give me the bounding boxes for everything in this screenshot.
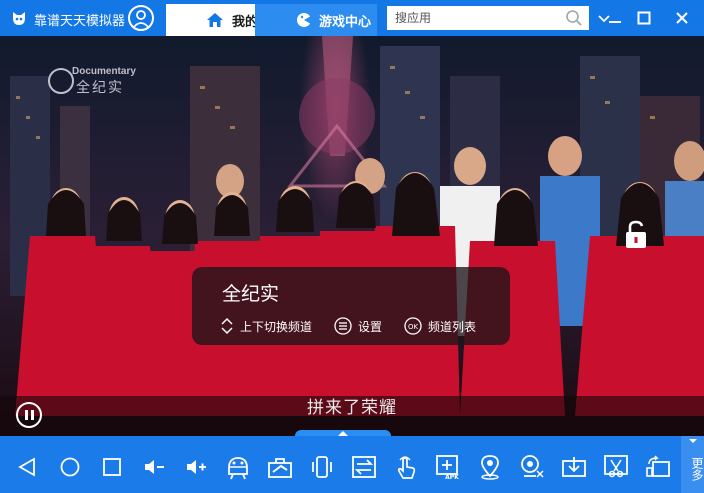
toolbox-button[interactable] <box>267 454 293 480</box>
home-button[interactable] <box>57 454 83 480</box>
title-bar: 靠谱天天模拟器 我的 游戏中心 <box>0 0 704 36</box>
tab-game-center-label: 游戏中心 <box>319 14 372 30</box>
tab-my[interactable]: 我的 <box>166 4 255 36</box>
svg-text:APK: APK <box>445 474 459 480</box>
close-icon[interactable] <box>672 8 692 28</box>
settings-option[interactable]: 设置 <box>334 317 382 335</box>
square-icon <box>103 458 121 476</box>
channel-list-option[interactable]: OK 频道列表 <box>404 317 476 335</box>
script-robot-button[interactable] <box>225 454 251 480</box>
volume-up-icon <box>187 460 206 474</box>
svg-text:OK: OK <box>408 323 419 331</box>
scissors-screenshot-icon <box>604 455 628 478</box>
back-button[interactable] <box>14 454 40 480</box>
back-triangle-icon <box>18 457 35 477</box>
search-input[interactable] <box>387 11 557 25</box>
volume-up-button[interactable] <box>183 454 209 480</box>
app-logo-icon <box>13 12 25 25</box>
webcam-icon <box>521 455 544 478</box>
switch-channel-label: 上下切换频道 <box>240 319 313 334</box>
maximize-icon[interactable] <box>634 8 654 28</box>
tab-game-center[interactable]: 游戏中心 <box>255 4 377 36</box>
home-circle-icon <box>60 457 80 477</box>
download-button[interactable] <box>561 454 587 480</box>
watermark-english: Documentary <box>72 66 136 77</box>
minimize-icon[interactable] <box>605 8 625 28</box>
settings-label: 设置 <box>358 319 383 334</box>
switch-channel-hint[interactable]: 上下切换频道 <box>220 317 312 335</box>
documentary-logo-icon <box>48 68 74 94</box>
gamepad-icon <box>297 13 311 27</box>
search-icon[interactable] <box>565 9 583 27</box>
rotate-screen-icon <box>646 455 670 477</box>
home-icon <box>207 13 223 27</box>
channel-name: 全纪实 <box>222 283 280 305</box>
keymap-touch-button[interactable] <box>393 454 419 480</box>
apk-icon: APK <box>436 455 459 480</box>
location-button[interactable] <box>477 454 503 480</box>
tab-my-label: 我的 <box>232 14 255 30</box>
user-avatar[interactable] <box>128 5 154 31</box>
up-down-arrows-icon <box>221 317 233 335</box>
search-box <box>387 6 589 30</box>
camera-button[interactable] <box>519 454 545 480</box>
unlock-icon[interactable] <box>624 220 648 250</box>
ok-icon: OK <box>404 317 422 335</box>
pause-button[interactable] <box>16 402 42 428</box>
bottom-toolbar: APK 更多 <box>0 436 704 493</box>
toolbox-icon <box>268 458 292 478</box>
robot-icon <box>228 457 248 480</box>
channel-list-label: 频道列表 <box>428 319 477 334</box>
volume-down-icon <box>145 460 164 474</box>
volume-down-button[interactable] <box>141 454 167 480</box>
more-button[interactable]: 更多 <box>681 436 704 493</box>
phone-shake-icon <box>312 456 332 478</box>
file-transfer-button[interactable] <box>351 454 377 480</box>
recent-apps-button[interactable] <box>99 454 125 480</box>
watermark-chinese: 全纪实 <box>76 80 124 96</box>
user-icon <box>132 10 150 29</box>
install-apk-button[interactable]: APK <box>435 454 461 480</box>
video-player[interactable]: Documentary 全纪实 全纪实 上下切换频道 设置 OK 频道列表 拼来… <box>0 36 704 436</box>
download-tray-icon <box>562 457 586 477</box>
touch-finger-icon <box>397 456 416 479</box>
location-pin-icon <box>481 455 499 480</box>
video-subtitle: 拼来了荣耀 <box>307 398 397 418</box>
transfer-arrows-icon <box>352 456 376 478</box>
rotate-screen-button[interactable] <box>645 454 671 480</box>
channel-info-overlay: 全纪实 上下切换频道 设置 OK 频道列表 <box>192 267 510 345</box>
menu-list-icon <box>334 317 352 335</box>
screenshot-button[interactable] <box>603 454 629 480</box>
shake-button[interactable] <box>309 454 335 480</box>
